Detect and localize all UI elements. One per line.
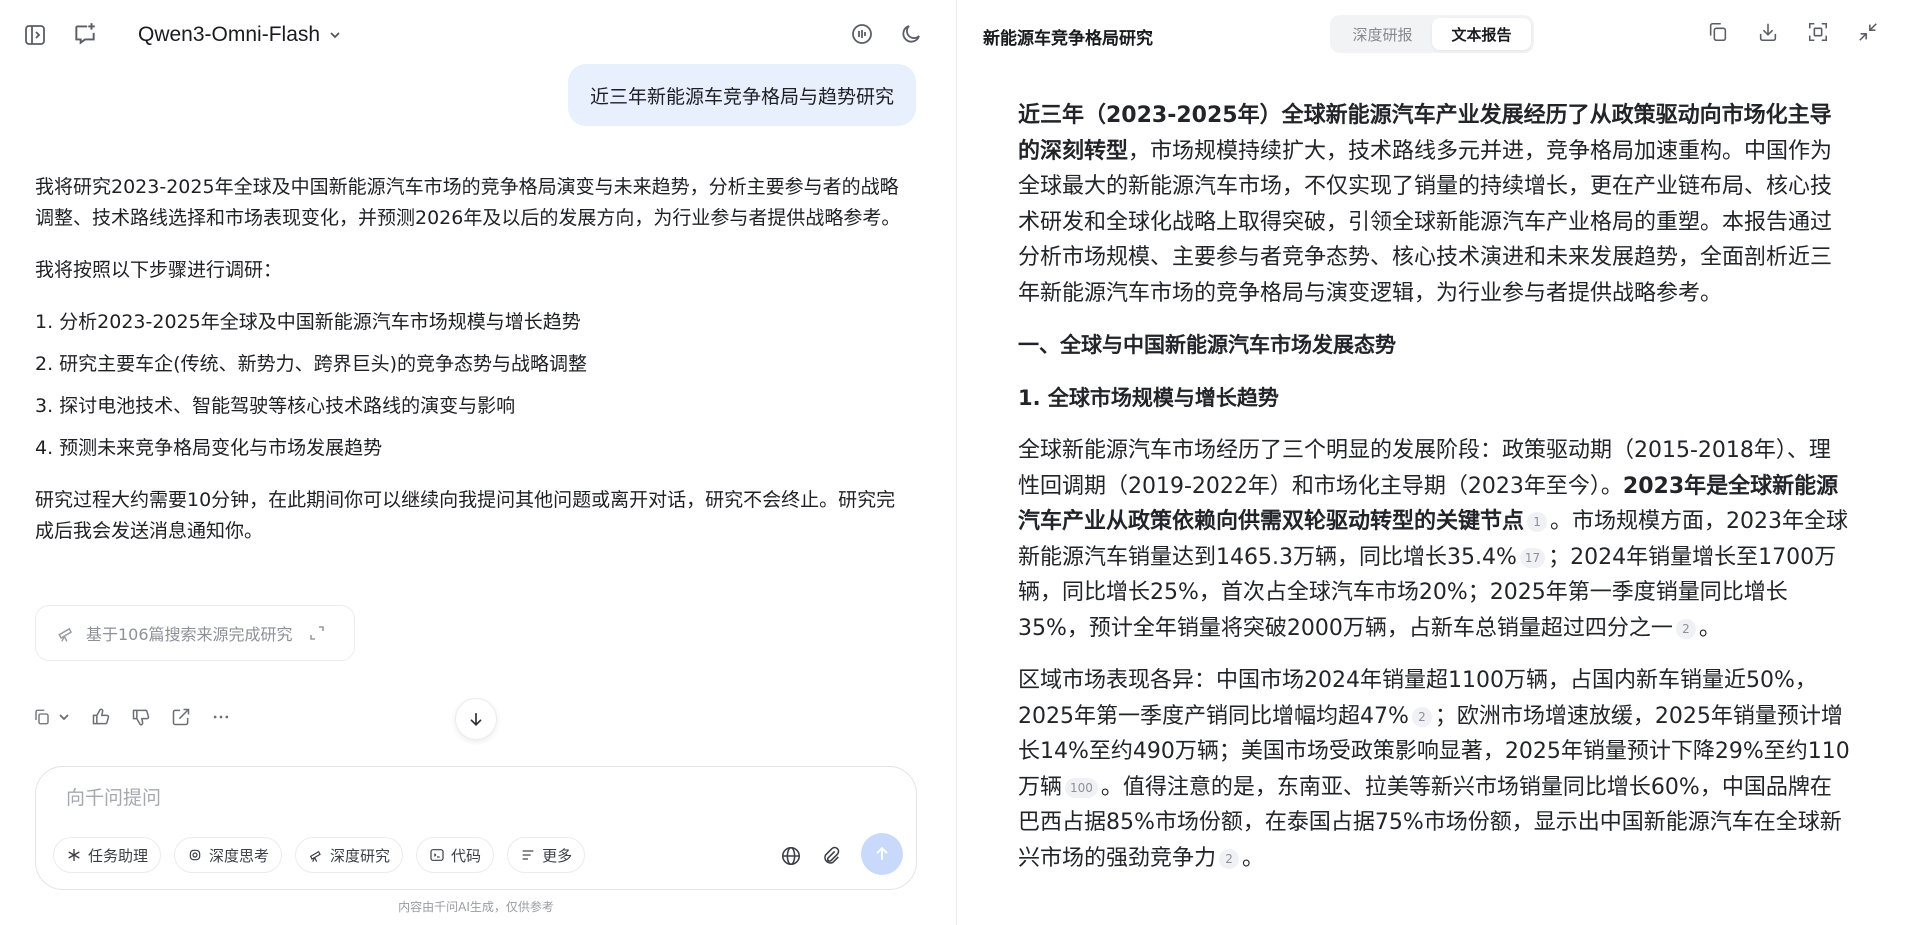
atom-icon — [187, 847, 203, 863]
report-text: 。值得注意的是，东南亚、拉美等新兴市场销量同比增长60%，中国品牌在巴西占据85… — [1018, 774, 1842, 871]
ai-disclaimer: 内容由千问AI生成，仅供参考 — [398, 900, 554, 914]
new-chat-icon[interactable] — [71, 20, 99, 48]
chat-topbar: Qwen3-Omni-Flash — [0, 0, 957, 68]
report-title: 新能源车竞争格局研究 — [983, 29, 1153, 49]
chip-label: 任务助理 — [88, 846, 149, 865]
chat-composer: 任务助理 深度思考 深度研究 代码 — [35, 766, 917, 890]
copy-icon[interactable] — [1706, 20, 1730, 44]
message-actions — [30, 702, 234, 732]
citation-badge[interactable]: 2 — [1411, 706, 1432, 727]
expand-icon — [309, 625, 325, 641]
thumbs-down-icon[interactable] — [128, 704, 154, 730]
download-icon[interactable] — [1756, 20, 1780, 44]
arrow-down-icon — [466, 709, 486, 729]
tab-deep-report[interactable]: 深度研报 — [1333, 18, 1432, 50]
moon-icon[interactable] — [897, 20, 925, 48]
research-sources-label: 基于106篇搜索来源完成研究 — [86, 625, 293, 644]
chip-more[interactable]: 更多 — [507, 837, 586, 873]
report-view-switch: 深度研报 文本报告 — [1330, 15, 1534, 53]
chip-label: 代码 — [451, 846, 482, 865]
chip-label: 深度思考 — [209, 846, 270, 865]
citation-badge[interactable]: 1 — [1527, 512, 1548, 532]
report-paragraph: 区域市场表现各异：中国市场2024年销量超1100万辆，占国内新车销量近50%，… — [1018, 663, 1850, 876]
globe-icon[interactable] — [778, 843, 804, 869]
report-text: ，市场规模持续扩大，技术路线多元并进，竞争格局加速重构。中国作为全球最大的新能源… — [1018, 138, 1833, 306]
list-item: 3. 探讨电池技术、智能驾驶等核心技术路线的演变与影响 — [35, 395, 516, 417]
tab-text-report[interactable]: 文本报告 — [1432, 18, 1531, 50]
list-item: 1. 分析2023-2025年全球及中国新能源汽车市场规模与增长趋势 — [35, 311, 581, 333]
chat-pane: Qwen3-Omni-Flash 近三年新能源车竞争格局与趋势研究 我将研究20… — [0, 0, 957, 925]
collapse-icon[interactable] — [1856, 20, 1880, 44]
chip-label: 深度研究 — [330, 846, 391, 865]
menu-icon — [520, 847, 536, 863]
send-button[interactable] — [861, 833, 903, 875]
scroll-to-bottom-button[interactable] — [455, 698, 497, 740]
citation-badge[interactable]: 2 — [1675, 618, 1696, 639]
chat-input[interactable] — [66, 787, 766, 809]
answer-steps-intro: 我将按照以下步骤进行调研： — [35, 259, 283, 281]
screenshot-icon[interactable] — [1806, 20, 1830, 44]
report-pane: 新能源车竞争格局研究 深度研报 文本报告 近三年（2023-2025年）全球新能… — [958, 0, 1910, 925]
chip-code[interactable]: 代码 — [416, 837, 495, 873]
thumbs-up-icon[interactable] — [88, 704, 114, 730]
user-message-bubble: 近三年新能源车竞争格局与趋势研究 — [567, 64, 916, 126]
report-subsection-heading: 1. 全球市场规模与增长趋势 — [1018, 385, 1279, 410]
report-paragraph: 全球新能源汽车市场经历了三个明显的发展阶段：政策驱动期（2015-2018年）、… — [1018, 433, 1850, 646]
user-message-text: 近三年新能源车竞争格局与趋势研究 — [589, 85, 894, 108]
code-icon — [429, 847, 445, 863]
chip-deep-research[interactable]: 深度研究 — [295, 837, 404, 873]
model-name: Qwen3-Omni-Flash — [138, 23, 321, 46]
list-item: 2. 研究主要车企(传统、新势力、跨界巨头)的竞争态势与战略调整 — [35, 353, 587, 375]
transcribe-icon[interactable] — [848, 20, 876, 48]
share-icon[interactable] — [168, 704, 194, 730]
report-paragraph: 近三年（2023-2025年）全球新能源汽车产业发展经历了从政策驱动向市场化主导… — [1018, 98, 1850, 311]
citation-badge[interactable]: 17 — [1519, 547, 1546, 568]
paperclip-icon[interactable] — [818, 843, 844, 869]
report-toolbar — [1706, 20, 1880, 44]
report-text: 。 — [1242, 845, 1265, 871]
answer-intro: 我将研究2023-2025年全球及中国新能源汽车市场的竞争格局演变与未来趋势，分… — [35, 176, 901, 229]
chevron-down-icon — [328, 28, 342, 42]
telescope-icon — [56, 623, 76, 643]
chip-task-assistant[interactable]: 任务助理 — [53, 837, 162, 873]
citation-badge[interactable]: 100 — [1065, 777, 1098, 798]
report-section-heading: 一、全球与中国新能源汽车市场发展态势 — [1018, 333, 1396, 357]
composer-chips: 任务助理 深度思考 深度研究 代码 更多 — [53, 837, 586, 873]
chip-deep-thinking[interactable]: 深度思考 — [174, 837, 283, 873]
research-sources-card[interactable]: 基于106篇搜索来源完成研究 — [35, 605, 355, 661]
answer-steps-list: 1. 分析2023-2025年全球及中国新能源汽车市场规模与增长趋势 2. 研究… — [35, 307, 907, 464]
asterisk-icon — [66, 847, 82, 863]
report-text: 。 — [1698, 615, 1721, 641]
answer-closing: 研究过程大约需要10分钟，在此期间你可以继续向我提问其他问题或离开对话，研究不会… — [35, 489, 896, 542]
assistant-answer: 我将研究2023-2025年全球及中国新能源汽车市场的竞争格局演变与未来趋势，分… — [35, 172, 907, 568]
sidebar-toggle-icon[interactable] — [22, 22, 48, 48]
report-body: 近三年（2023-2025年）全球新能源汽车产业发展经历了从政策驱动向市场化主导… — [1018, 98, 1850, 893]
arrow-up-icon — [872, 844, 892, 864]
copy-button[interactable] — [30, 704, 74, 730]
citation-badge[interactable]: 2 — [1219, 848, 1240, 869]
chip-label: 更多 — [542, 846, 573, 865]
list-item: 4. 预测未来竞争格局变化与市场发展趋势 — [35, 437, 383, 459]
model-selector[interactable]: Qwen3-Omni-Flash — [138, 20, 342, 50]
telescope-icon — [308, 847, 324, 863]
more-icon[interactable] — [208, 704, 234, 730]
